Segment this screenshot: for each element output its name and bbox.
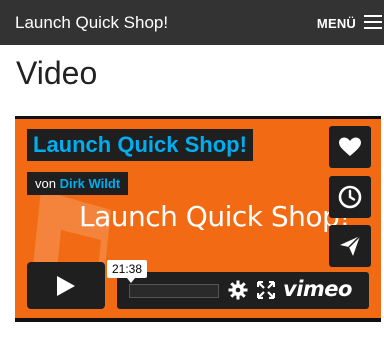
share-button[interactable] [329,225,371,267]
settings-icon[interactable] [228,280,248,300]
play-button[interactable] [27,262,105,309]
time-tooltip: 21:38 [107,260,148,283]
hamburger-icon [364,15,382,29]
play-icon [57,276,75,296]
top-navigation-bar: Launch Quick Shop! MENÜ [0,0,384,45]
poster-title: Launch Quick Shop! [79,200,351,233]
vimeo-logo[interactable]: vimeo [283,277,352,301]
like-button[interactable] [329,126,371,168]
video-byline: von Dirk Wildt [27,172,129,195]
byline-prefix: von [35,176,56,191]
menu-label: MENÜ [316,16,356,31]
progress-bar[interactable] [129,284,219,298]
page-title: Video [16,55,98,91]
video-player[interactable]: Launch Quick Shop! Launch Quick Shop! vo… [15,116,381,322]
video-control-bar: vimeo [117,272,369,309]
site-title[interactable]: Launch Quick Shop! [15,13,168,33]
watch-later-button[interactable] [329,176,371,218]
paper-plane-icon [340,235,361,256]
author-link[interactable]: Dirk Wildt [60,176,121,191]
menu-button[interactable]: MENÜ [264,0,384,45]
video-title-link[interactable]: Launch Quick Shop! [27,129,253,161]
clock-icon [338,185,362,209]
fullscreen-icon[interactable] [257,281,275,299]
heart-icon [339,137,361,156]
